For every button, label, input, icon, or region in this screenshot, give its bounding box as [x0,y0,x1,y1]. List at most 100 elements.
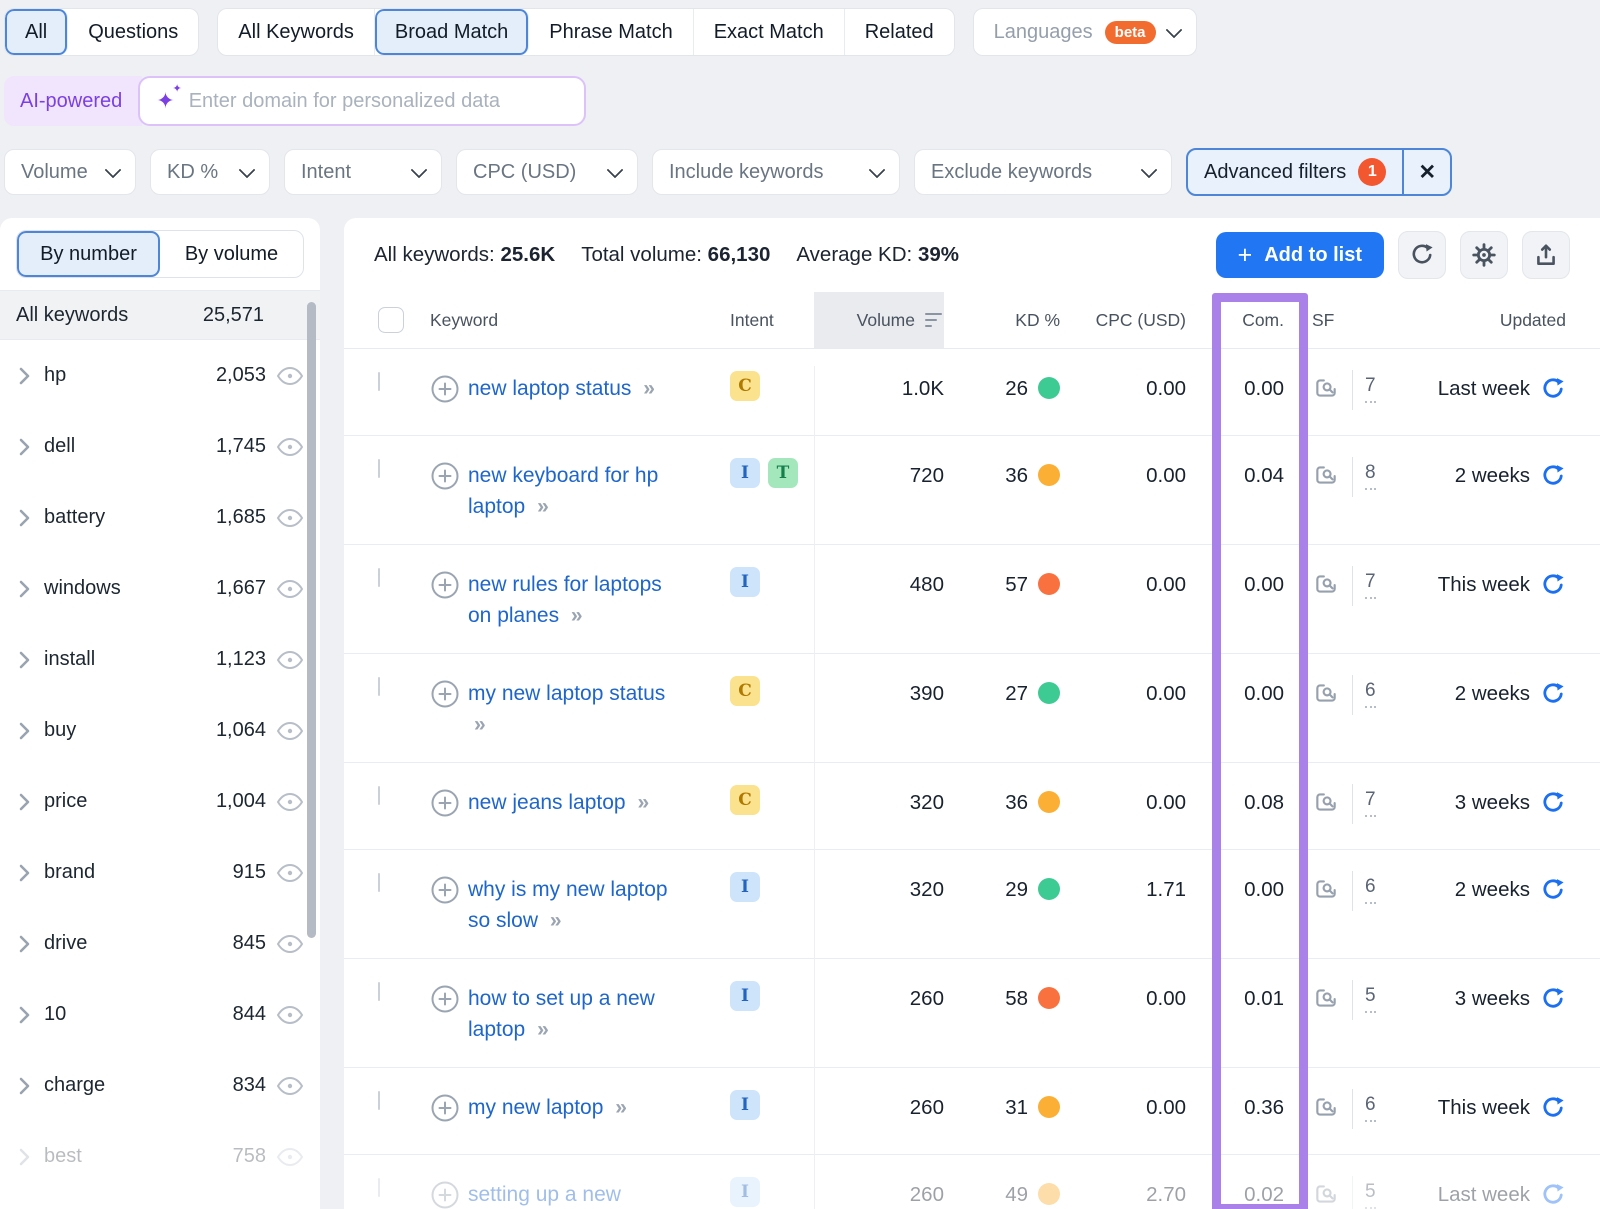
sidebar-scrollbar[interactable] [307,302,316,938]
tab-questions[interactable]: Questions [68,9,198,55]
tab-phrase-match[interactable]: Phrase Match [529,9,693,55]
toggle-by-number[interactable]: By number [17,231,160,277]
chevron-right-icon[interactable] [18,1006,30,1024]
add-keyword-icon[interactable] [430,679,460,740]
keyword-group-windows[interactable]: windows 1,667 [0,553,320,624]
col-header-updated[interactable]: Updated [1424,310,1600,331]
keyword-link[interactable]: my new laptop status » [468,678,683,740]
serp-preview-icon[interactable] [1312,1094,1340,1129]
chevron-right-icon[interactable] [18,722,30,740]
keyword-group-best[interactable]: best 758 [0,1121,320,1192]
keyword-link[interactable]: new jeans laptop » [468,787,649,827]
select-all-checkbox[interactable] [378,307,404,333]
tab-all[interactable]: All [5,9,68,55]
tab-related[interactable]: Related [845,9,954,55]
keyword-group-10[interactable]: 10 844 [0,979,320,1050]
col-header-intent[interactable]: Intent [710,310,814,331]
eye-icon[interactable] [276,933,304,955]
serp-preview-icon[interactable] [1312,680,1340,715]
add-keyword-icon[interactable] [430,374,460,413]
serp-features-count[interactable]: 5 [1365,1180,1376,1209]
add-keyword-icon[interactable] [430,1093,460,1132]
refresh-metrics-icon[interactable] [1540,1182,1566,1209]
tab-broad-match[interactable]: Broad Match [375,9,529,55]
row-checkbox[interactable] [378,568,380,587]
filter-intent[interactable]: Intent [284,149,442,195]
expand-keyword-icon[interactable]: » [643,377,655,400]
keyword-link[interactable]: new rules for laptops on planes » [468,569,683,631]
eye-icon[interactable] [276,365,304,387]
domain-input[interactable] [187,89,531,114]
serp-preview-icon[interactable] [1312,985,1340,1020]
row-checkbox[interactable] [378,1178,380,1197]
row-checkbox[interactable] [378,372,380,391]
expand-keyword-icon[interactable]: » [537,1018,549,1041]
chevron-right-icon[interactable] [18,509,30,527]
keyword-link[interactable]: why is my new laptop so slow » [468,874,683,936]
all-keywords-row[interactable]: All keywords 25,571 [0,290,320,340]
eye-icon[interactable] [276,1075,304,1097]
row-checkbox[interactable] [378,873,380,892]
serp-preview-icon[interactable] [1312,375,1340,410]
keyword-link[interactable]: new laptop status » [468,373,655,413]
languages-dropdown[interactable]: Languages beta [973,8,1197,56]
serp-features-count[interactable]: 7 [1365,788,1376,817]
chevron-right-icon[interactable] [18,1148,30,1166]
serp-features-count[interactable]: 6 [1365,1093,1376,1122]
col-header-sf[interactable]: SF [1284,310,1424,331]
expand-keyword-icon[interactable]: » [571,604,583,627]
keyword-link[interactable]: how to set up a new laptop » [468,983,683,1045]
domain-input-pill[interactable]: ✦✦ [138,76,586,126]
expand-keyword-icon[interactable]: » [637,791,649,814]
serp-preview-icon[interactable] [1312,876,1340,911]
col-header-volume[interactable]: Volume [814,292,944,348]
row-checkbox[interactable] [378,459,380,478]
clear-advanced-filters-button[interactable]: ✕ [1402,150,1450,194]
serp-preview-icon[interactable] [1312,571,1340,606]
add-keyword-icon[interactable] [430,1180,460,1209]
refresh-button[interactable] [1398,231,1446,279]
keyword-group-install[interactable]: install 1,123 [0,624,320,695]
eye-icon[interactable] [276,720,304,742]
refresh-metrics-icon[interactable] [1540,572,1566,607]
serp-features-count[interactable]: 6 [1365,875,1376,904]
keyword-link[interactable]: my new laptop » [468,1092,627,1132]
add-keyword-icon[interactable] [430,875,460,936]
chevron-right-icon[interactable] [18,367,30,385]
serp-features-count[interactable]: 6 [1365,679,1376,708]
col-header-keyword[interactable]: Keyword [410,310,710,331]
eye-icon[interactable] [276,791,304,813]
refresh-metrics-icon[interactable] [1540,1095,1566,1130]
keyword-group-price[interactable]: price 1,004 [0,766,320,837]
expand-keyword-icon[interactable]: » [474,713,486,736]
add-keyword-icon[interactable] [430,788,460,827]
eye-icon[interactable] [276,507,304,529]
chevron-right-icon[interactable] [18,935,30,953]
chevron-right-icon[interactable] [18,651,30,669]
refresh-metrics-icon[interactable] [1540,790,1566,825]
chevron-right-icon[interactable] [18,580,30,598]
add-keyword-icon[interactable] [430,461,460,522]
add-to-list-button[interactable]: + Add to list [1216,232,1384,278]
settings-button[interactable] [1460,231,1508,279]
keyword-group-battery[interactable]: battery 1,685 [0,482,320,553]
keyword-group-brand[interactable]: brand 915 [0,837,320,908]
add-keyword-icon[interactable] [430,570,460,631]
keyword-link[interactable]: new keyboard for hp laptop » [468,460,683,522]
eye-icon[interactable] [276,649,304,671]
chevron-right-icon[interactable] [18,1077,30,1095]
eye-icon[interactable] [276,1146,304,1168]
serp-preview-icon[interactable] [1312,789,1340,824]
export-button[interactable] [1522,231,1570,279]
row-checkbox[interactable] [378,1091,380,1110]
row-checkbox[interactable] [378,982,380,1001]
expand-keyword-icon[interactable]: » [537,495,549,518]
serp-features-count[interactable]: 7 [1365,374,1376,403]
serp-features-count[interactable]: 8 [1365,461,1376,490]
serp-preview-icon[interactable] [1312,1181,1340,1209]
expand-keyword-icon[interactable]: » [615,1096,627,1119]
row-checkbox[interactable] [378,677,380,696]
filter-kd[interactable]: KD % [150,149,270,195]
keyword-link[interactable]: setting up a new laptop » [468,1179,683,1209]
eye-icon[interactable] [276,862,304,884]
